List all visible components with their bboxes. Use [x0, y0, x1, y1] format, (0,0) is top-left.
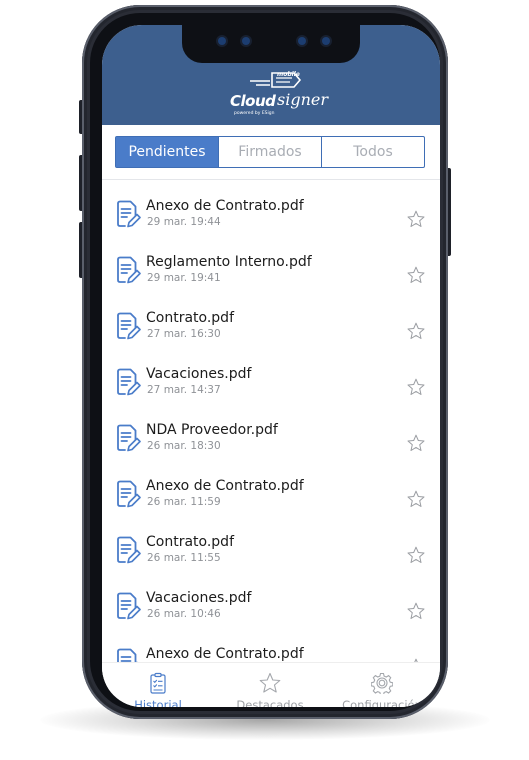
- clipboard-checklist-icon: [150, 672, 166, 694]
- document-date: 26 mar. 11:59: [147, 496, 221, 508]
- document-name: Anexo de Contrato.pdf: [146, 646, 304, 662]
- gear-icon: [371, 672, 393, 694]
- document-row[interactable]: Vacaciones.pdf 27 mar. 14:37: [115, 366, 440, 417]
- star-outline-icon[interactable]: [407, 322, 425, 340]
- document-name: Reglamento Interno.pdf: [146, 254, 312, 270]
- document-sign-icon: [115, 367, 141, 397]
- star-outline-icon[interactable]: [407, 266, 425, 284]
- document-name: Vacaciones.pdf: [146, 366, 252, 382]
- document-row[interactable]: Reglamento Interno.pdf 29 mar. 19:41: [115, 254, 440, 305]
- camera-icon: [298, 37, 306, 45]
- app-header: mobile Cloud signer powered by ESign: [102, 25, 440, 125]
- star-outline-icon[interactable]: [407, 210, 425, 228]
- document-row[interactable]: Contrato.pdf 26 mar. 11:55: [115, 534, 440, 585]
- tab-bar: Historial Destacados Configuración: [102, 662, 440, 707]
- document-sign-icon: [115, 255, 141, 285]
- document-row[interactable]: Contrato.pdf 27 mar. 16:30: [115, 310, 440, 361]
- document-date: 29 mar. 19:41: [147, 272, 221, 284]
- tab-configuracion[interactable]: Configuración: [326, 663, 438, 707]
- document-sign-icon: [115, 423, 141, 453]
- tab-destacados[interactable]: Destacados: [214, 663, 326, 707]
- app-screen: mobile Cloud signer powered by ESign Pen…: [102, 25, 440, 707]
- document-name: Anexo de Contrato.pdf: [146, 478, 304, 494]
- document-name: Anexo de Contrato.pdf: [146, 198, 304, 214]
- cloudsigner-logo: mobile Cloud signer powered by ESign: [220, 69, 330, 121]
- camera-icon: [218, 37, 226, 45]
- segment-firmados[interactable]: Firmados: [218, 137, 321, 167]
- tab-label-destacados: Destacados: [236, 698, 304, 707]
- document-date: 27 mar. 14:37: [147, 384, 221, 396]
- document-date: 27 mar. 16:30: [147, 328, 221, 340]
- list-divider: [102, 179, 440, 180]
- star-outline-icon[interactable]: [407, 378, 425, 396]
- document-date: 26 mar. 11:55: [147, 552, 221, 564]
- status-segmented-control: Pendientes Firmados Todos: [115, 136, 425, 168]
- document-row[interactable]: NDA Proveedor.pdf 26 mar. 18:30: [115, 422, 440, 473]
- document-date: 26 mar. 10:46: [147, 608, 221, 620]
- document-name: Vacaciones.pdf: [146, 590, 252, 606]
- document-date: 29 mar. 19:44: [147, 216, 221, 228]
- document-name: NDA Proveedor.pdf: [146, 422, 278, 438]
- document-sign-icon: [115, 479, 141, 509]
- document-sign-icon: [115, 535, 141, 565]
- tab-label-configuracion: Configuración: [342, 698, 422, 707]
- segment-todos[interactable]: Todos: [321, 137, 424, 167]
- document-sign-icon: [115, 591, 141, 621]
- logo-script: signer: [277, 90, 328, 109]
- document-sign-icon: [115, 199, 141, 229]
- star-outline-icon: [259, 672, 281, 693]
- star-outline-icon[interactable]: [407, 434, 425, 452]
- star-outline-icon[interactable]: [407, 546, 425, 564]
- segment-pendientes[interactable]: Pendientes: [116, 137, 218, 167]
- phone-frame: mobile Cloud signer powered by ESign Pen…: [82, 5, 448, 719]
- document-row[interactable]: Anexo de Contrato.pdf 26 mar. 11:59: [115, 478, 440, 529]
- logo-wordmark: Cloud: [230, 92, 276, 110]
- star-outline-icon[interactable]: [407, 490, 425, 508]
- phone-notch: [182, 25, 360, 63]
- tab-historial[interactable]: Historial: [102, 663, 214, 707]
- tab-label-historial: Historial: [134, 698, 182, 707]
- document-sign-icon: [115, 311, 141, 341]
- document-date: 26 mar. 18:30: [147, 440, 221, 452]
- document-name: Contrato.pdf: [146, 310, 234, 326]
- document-row[interactable]: Vacaciones.pdf 26 mar. 10:46: [115, 590, 440, 641]
- phone-bezel: mobile Cloud signer powered by ESign Pen…: [90, 13, 440, 711]
- camera-icon: [242, 37, 250, 45]
- star-outline-icon[interactable]: [407, 602, 425, 620]
- document-row[interactable]: Anexo de Contrato.pdf 29 mar. 19:44: [115, 198, 440, 249]
- logo-mobile-tag: mobile: [277, 71, 300, 78]
- logo-powered-by: powered by ESign: [234, 111, 275, 116]
- document-name: Contrato.pdf: [146, 534, 234, 550]
- camera-icon: [322, 37, 330, 45]
